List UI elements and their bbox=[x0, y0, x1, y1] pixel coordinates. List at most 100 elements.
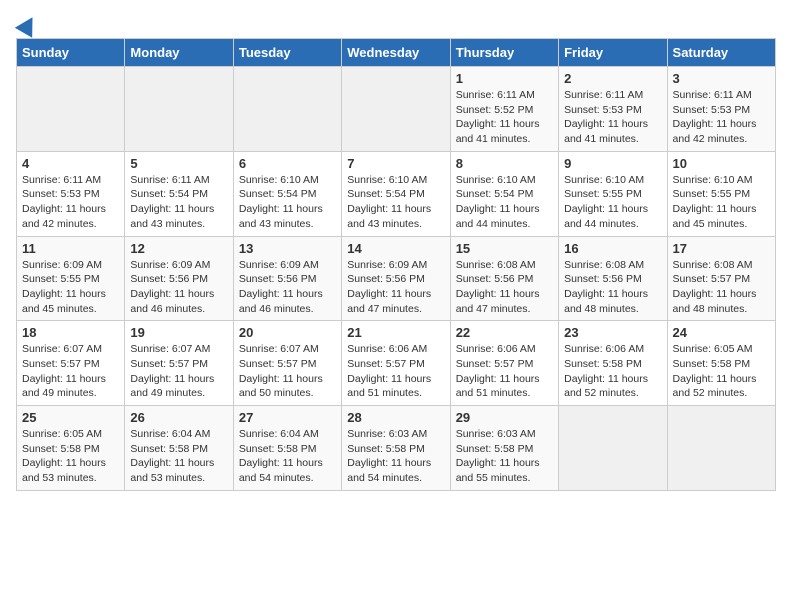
day-info: Sunrise: 6:10 AMSunset: 5:55 PMDaylight:… bbox=[564, 173, 661, 232]
calendar-cell: 28 Sunrise: 6:03 AMSunset: 5:58 PMDayligh… bbox=[342, 406, 450, 491]
calendar-cell: 5 Sunrise: 6:11 AMSunset: 5:54 PMDaylight… bbox=[125, 151, 233, 236]
calendar-cell bbox=[342, 67, 450, 152]
day-info: Sunrise: 6:08 AMSunset: 5:56 PMDaylight:… bbox=[456, 258, 553, 317]
calendar-cell bbox=[667, 406, 775, 491]
day-number: 3 bbox=[673, 71, 770, 86]
day-info: Sunrise: 6:09 AMSunset: 5:55 PMDaylight:… bbox=[22, 258, 119, 317]
day-number: 17 bbox=[673, 241, 770, 256]
calendar-cell: 6 Sunrise: 6:10 AMSunset: 5:54 PMDaylight… bbox=[233, 151, 341, 236]
day-number: 2 bbox=[564, 71, 661, 86]
calendar-cell: 20Sunrise: 6:07 AMSunset: 5:57 PMDayligh… bbox=[233, 321, 341, 406]
calendar-cell: 13 Sunrise: 6:09 AMSunset: 5:56 PMDayligh… bbox=[233, 236, 341, 321]
calendar-table: SundayMondayTuesdayWednesdayThursdayFrid… bbox=[16, 38, 776, 491]
day-info: Sunrise: 6:07 AMSunset: 5:57 PMDaylight:… bbox=[130, 342, 227, 401]
day-number: 1 bbox=[456, 71, 553, 86]
day-number: 23 bbox=[564, 325, 661, 340]
day-number: 27 bbox=[239, 410, 336, 425]
day-number: 12 bbox=[130, 241, 227, 256]
week-row-2: 11 Sunrise: 6:09 AMSunset: 5:55 PMDayligh… bbox=[17, 236, 776, 321]
day-number: 24 bbox=[673, 325, 770, 340]
calendar-cell: 14 Sunrise: 6:09 AMSunset: 5:56 PMDayligh… bbox=[342, 236, 450, 321]
day-number: 28 bbox=[347, 410, 444, 425]
logo-triangle-icon bbox=[15, 12, 41, 38]
col-header-tuesday: Tuesday bbox=[233, 39, 341, 67]
day-info: Sunrise: 6:11 AMSunset: 5:52 PMDaylight:… bbox=[456, 88, 553, 147]
col-header-wednesday: Wednesday bbox=[342, 39, 450, 67]
logo bbox=[16, 16, 38, 30]
day-info: Sunrise: 6:09 AMSunset: 5:56 PMDaylight:… bbox=[239, 258, 336, 317]
day-number: 20 bbox=[239, 325, 336, 340]
page-header bbox=[16, 16, 776, 30]
calendar-cell: 9 Sunrise: 6:10 AMSunset: 5:55 PMDaylight… bbox=[559, 151, 667, 236]
calendar-cell: 3 Sunrise: 6:11 AMSunset: 5:53 PMDaylight… bbox=[667, 67, 775, 152]
day-number: 21 bbox=[347, 325, 444, 340]
day-number: 8 bbox=[456, 156, 553, 171]
day-info: Sunrise: 6:11 AMSunset: 5:53 PMDaylight:… bbox=[22, 173, 119, 232]
calendar-cell: 10Sunrise: 6:10 AMSunset: 5:55 PMDayligh… bbox=[667, 151, 775, 236]
week-row-3: 18 Sunrise: 6:07 AMSunset: 5:57 PMDayligh… bbox=[17, 321, 776, 406]
day-info: Sunrise: 6:05 AMSunset: 5:58 PMDaylight:… bbox=[22, 427, 119, 486]
col-header-monday: Monday bbox=[125, 39, 233, 67]
day-number: 9 bbox=[564, 156, 661, 171]
day-info: Sunrise: 6:10 AMSunset: 5:54 PMDaylight:… bbox=[347, 173, 444, 232]
calendar-cell bbox=[233, 67, 341, 152]
day-info: Sunrise: 6:04 AMSunset: 5:58 PMDaylight:… bbox=[239, 427, 336, 486]
calendar-cell: 2 Sunrise: 6:11 AMSunset: 5:53 PMDaylight… bbox=[559, 67, 667, 152]
calendar-cell: 8 Sunrise: 6:10 AMSunset: 5:54 PMDaylight… bbox=[450, 151, 558, 236]
day-info: Sunrise: 6:06 AMSunset: 5:57 PMDaylight:… bbox=[347, 342, 444, 401]
calendar-cell: 26Sunrise: 6:04 AMSunset: 5:58 PMDayligh… bbox=[125, 406, 233, 491]
day-number: 5 bbox=[130, 156, 227, 171]
col-header-sunday: Sunday bbox=[17, 39, 125, 67]
day-number: 22 bbox=[456, 325, 553, 340]
calendar-cell: 1 Sunrise: 6:11 AMSunset: 5:52 PMDaylight… bbox=[450, 67, 558, 152]
calendar-cell: 11 Sunrise: 6:09 AMSunset: 5:55 PMDayligh… bbox=[17, 236, 125, 321]
day-info: Sunrise: 6:10 AMSunset: 5:54 PMDaylight:… bbox=[239, 173, 336, 232]
day-info: Sunrise: 6:08 AMSunset: 5:56 PMDaylight:… bbox=[564, 258, 661, 317]
calendar-cell: 17Sunrise: 6:08 AMSunset: 5:57 PMDayligh… bbox=[667, 236, 775, 321]
day-number: 16 bbox=[564, 241, 661, 256]
week-row-0: 1 Sunrise: 6:11 AMSunset: 5:52 PMDaylight… bbox=[17, 67, 776, 152]
calendar-cell: 25 Sunrise: 6:05 AMSunset: 5:58 PMDayligh… bbox=[17, 406, 125, 491]
day-info: Sunrise: 6:04 AMSunset: 5:58 PMDaylight:… bbox=[130, 427, 227, 486]
calendar-cell: 4 Sunrise: 6:11 AMSunset: 5:53 PMDaylight… bbox=[17, 151, 125, 236]
day-info: Sunrise: 6:09 AMSunset: 5:56 PMDaylight:… bbox=[347, 258, 444, 317]
day-number: 14 bbox=[347, 241, 444, 256]
calendar-cell: 15 Sunrise: 6:08 AMSunset: 5:56 PMDayligh… bbox=[450, 236, 558, 321]
day-info: Sunrise: 6:09 AMSunset: 5:56 PMDaylight:… bbox=[130, 258, 227, 317]
week-row-4: 25 Sunrise: 6:05 AMSunset: 5:58 PMDayligh… bbox=[17, 406, 776, 491]
calendar-cell: 22Sunrise: 6:06 AMSunset: 5:57 PMDayligh… bbox=[450, 321, 558, 406]
col-header-friday: Friday bbox=[559, 39, 667, 67]
day-number: 7 bbox=[347, 156, 444, 171]
calendar-cell: 29 Sunrise: 6:03 AMSunset: 5:58 PMDayligh… bbox=[450, 406, 558, 491]
calendar-cell bbox=[125, 67, 233, 152]
calendar-cell: 19 Sunrise: 6:07 AMSunset: 5:57 PMDayligh… bbox=[125, 321, 233, 406]
day-info: Sunrise: 6:10 AMSunset: 5:55 PMDaylight:… bbox=[673, 173, 770, 232]
calendar-cell: 21 Sunrise: 6:06 AMSunset: 5:57 PMDayligh… bbox=[342, 321, 450, 406]
day-number: 18 bbox=[22, 325, 119, 340]
day-number: 6 bbox=[239, 156, 336, 171]
day-info: Sunrise: 6:11 AMSunset: 5:53 PMDaylight:… bbox=[673, 88, 770, 147]
day-number: 11 bbox=[22, 241, 119, 256]
day-info: Sunrise: 6:11 AMSunset: 5:53 PMDaylight:… bbox=[564, 88, 661, 147]
calendar-cell: 24Sunrise: 6:05 AMSunset: 5:58 PMDayligh… bbox=[667, 321, 775, 406]
day-number: 19 bbox=[130, 325, 227, 340]
calendar-cell bbox=[559, 406, 667, 491]
day-info: Sunrise: 6:10 AMSunset: 5:54 PMDaylight:… bbox=[456, 173, 553, 232]
calendar-cell: 23 Sunrise: 6:06 AMSunset: 5:58 PMDayligh… bbox=[559, 321, 667, 406]
day-number: 4 bbox=[22, 156, 119, 171]
calendar-cell: 27 Sunrise: 6:04 AMSunset: 5:58 PMDayligh… bbox=[233, 406, 341, 491]
day-info: Sunrise: 6:11 AMSunset: 5:54 PMDaylight:… bbox=[130, 173, 227, 232]
col-header-thursday: Thursday bbox=[450, 39, 558, 67]
day-info: Sunrise: 6:03 AMSunset: 5:58 PMDaylight:… bbox=[347, 427, 444, 486]
calendar-cell: 7 Sunrise: 6:10 AMSunset: 5:54 PMDaylight… bbox=[342, 151, 450, 236]
day-info: Sunrise: 6:03 AMSunset: 5:58 PMDaylight:… bbox=[456, 427, 553, 486]
day-number: 13 bbox=[239, 241, 336, 256]
day-info: Sunrise: 6:06 AMSunset: 5:58 PMDaylight:… bbox=[564, 342, 661, 401]
col-header-saturday: Saturday bbox=[667, 39, 775, 67]
day-number: 15 bbox=[456, 241, 553, 256]
calendar-cell: 12 Sunrise: 6:09 AMSunset: 5:56 PMDayligh… bbox=[125, 236, 233, 321]
calendar-cell: 16 Sunrise: 6:08 AMSunset: 5:56 PMDayligh… bbox=[559, 236, 667, 321]
week-row-1: 4 Sunrise: 6:11 AMSunset: 5:53 PMDaylight… bbox=[17, 151, 776, 236]
day-number: 25 bbox=[22, 410, 119, 425]
day-number: 29 bbox=[456, 410, 553, 425]
